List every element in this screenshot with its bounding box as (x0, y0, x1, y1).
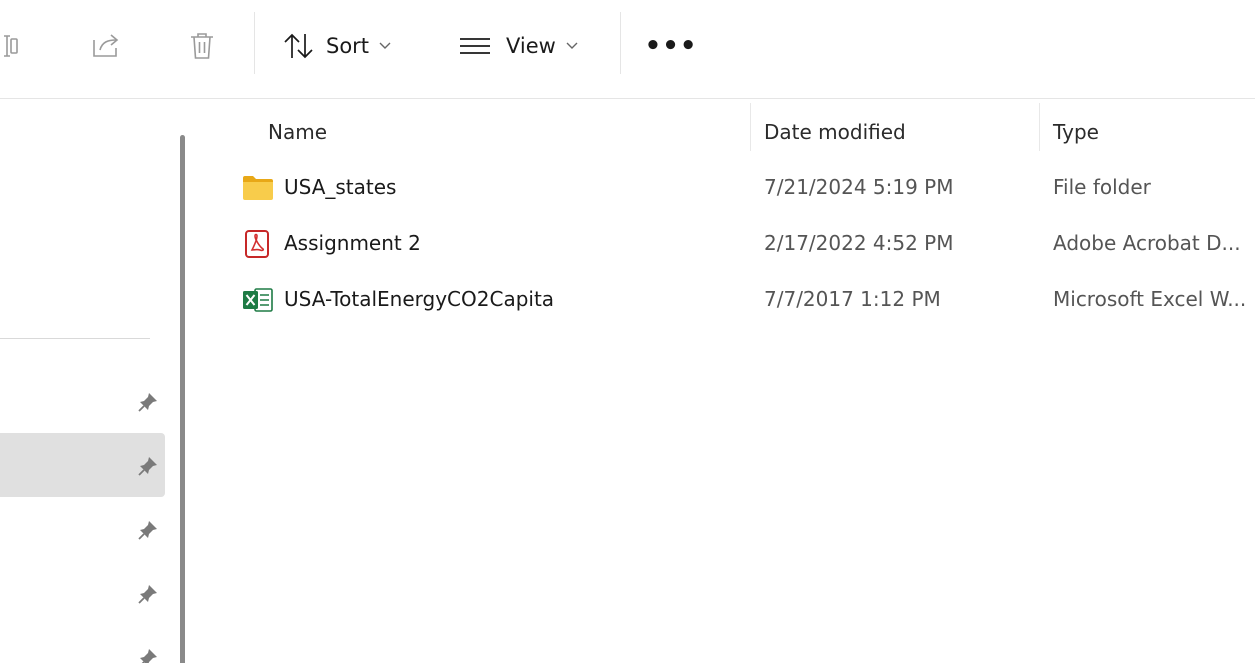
nav-item-pinned-3[interactable] (0, 497, 165, 561)
file-row[interactable]: USA_states 7/21/2024 5:19 PM File folder (200, 162, 1255, 212)
folder-icon (242, 174, 274, 202)
file-explorer-window: Sort View ••• Name Date modified Type US… (0, 0, 1255, 663)
more-options-button[interactable]: ••• (644, 22, 698, 70)
column-separator[interactable] (1039, 103, 1040, 151)
nav-item-pinned-4[interactable] (0, 561, 165, 625)
nav-item-pinned-5[interactable] (0, 625, 165, 663)
chevron-down-icon (379, 42, 391, 50)
file-row[interactable]: USA-TotalEnergyCO2Capita 7/7/2017 1:12 P… (200, 274, 1255, 324)
pin-icon[interactable] (137, 455, 159, 481)
sort-button[interactable]: Sort (282, 22, 412, 70)
delete-button[interactable] (182, 22, 222, 70)
share-button[interactable] (84, 22, 128, 70)
pin-icon[interactable] (137, 519, 159, 545)
file-type: File folder (1053, 175, 1151, 199)
column-separator[interactable] (750, 103, 751, 151)
nav-item-pinned-2[interactable] (0, 433, 165, 497)
file-date-modified: 7/7/2017 1:12 PM (764, 287, 941, 311)
file-type: Microsoft Excel W... (1053, 287, 1247, 311)
nav-scrollbar[interactable] (180, 135, 185, 663)
column-header-date-modified[interactable]: Date modified (764, 115, 906, 149)
toolbar-separator (620, 12, 621, 74)
file-name: USA-TotalEnergyCO2Capita (284, 287, 555, 311)
pin-icon[interactable] (137, 583, 159, 609)
column-header-type[interactable]: Type (1053, 115, 1099, 149)
pdf-icon (242, 230, 274, 258)
rename-icon (4, 33, 18, 59)
sort-icon (282, 32, 316, 60)
file-row[interactable]: Assignment 2 2/17/2022 4:52 PM Adobe Acr… (200, 218, 1255, 268)
column-header-name[interactable]: Name (268, 115, 327, 149)
rename-button[interactable] (0, 22, 22, 70)
trash-icon (189, 31, 215, 61)
file-date-modified: 2/17/2022 4:52 PM (764, 231, 954, 255)
pin-icon[interactable] (137, 391, 159, 417)
view-list-icon (458, 36, 492, 56)
chevron-down-icon (566, 42, 578, 50)
nav-separator (0, 338, 150, 339)
file-type: Adobe Acrobat D... (1053, 231, 1241, 255)
file-name: Assignment 2 (284, 231, 421, 255)
navigation-pane (0, 99, 200, 663)
toolbar-separator (254, 12, 255, 74)
nav-item-pinned-1[interactable] (0, 369, 165, 433)
file-list: Name Date modified Type USA_states 7/21/… (200, 99, 1255, 663)
view-button[interactable]: View (458, 22, 598, 70)
excel-icon (242, 286, 274, 314)
pin-icon[interactable] (137, 647, 159, 663)
file-date-modified: 7/21/2024 5:19 PM (764, 175, 954, 199)
more-icon: ••• (644, 31, 698, 61)
sort-label: Sort (326, 34, 370, 58)
command-bar: Sort View ••• (0, 0, 1255, 92)
view-label: View (506, 34, 556, 58)
share-icon (90, 32, 122, 60)
file-name: USA_states (284, 175, 397, 199)
